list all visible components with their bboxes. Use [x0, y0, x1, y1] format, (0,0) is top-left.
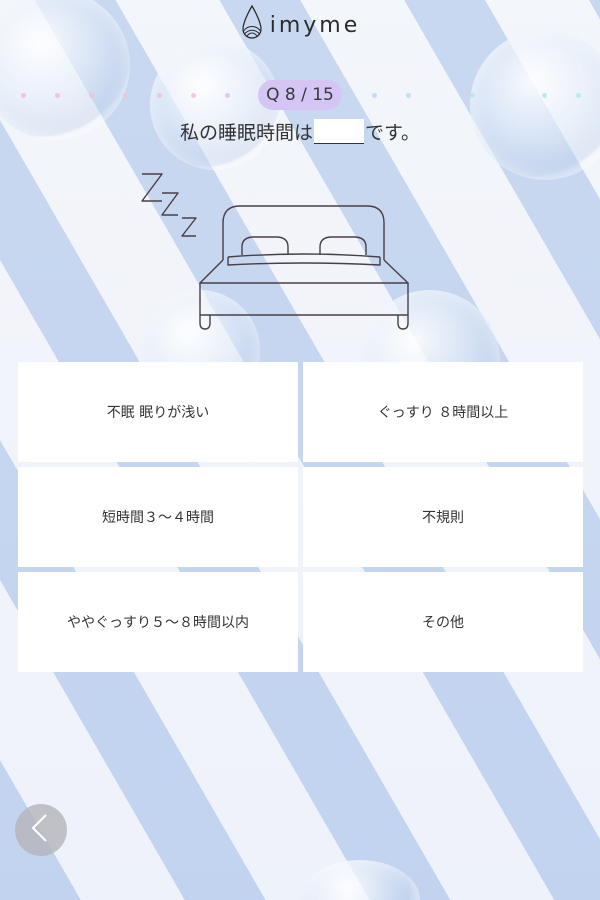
answer-options: 不眠 眠りが浅い ぐっすり ８時間以上 短時間３〜４時間 不規則 ややぐっすり５… — [18, 362, 583, 672]
progress-dot — [89, 93, 94, 98]
brand-name: imyme — [269, 12, 361, 38]
progress-dot — [542, 93, 547, 98]
chevron-left-icon — [28, 813, 54, 847]
back-button[interactable] — [15, 804, 67, 856]
question-progress: Q 8 / 15 — [0, 80, 600, 110]
question-text-after: です。 — [364, 122, 421, 144]
question-text: 私の睡眠時間は です。 — [0, 118, 600, 145]
progress-dot — [21, 93, 26, 98]
answer-blank — [313, 119, 364, 144]
brand-logo[interactable]: imyme — [240, 4, 361, 46]
progress-dot — [191, 93, 196, 98]
progress-dot — [123, 93, 128, 98]
sleeping-bed-icon — [130, 165, 430, 340]
question-counter-badge: Q 8 / 15 — [258, 80, 342, 110]
question-text-before: 私の睡眠時間は — [179, 122, 313, 144]
progress-dot — [576, 93, 581, 98]
progress-dot — [225, 93, 230, 98]
drop-logo-icon — [240, 4, 264, 46]
option-irregular[interactable]: 不規則 — [303, 467, 583, 567]
app-header: imyme — [0, 0, 600, 50]
progress-dot — [55, 93, 60, 98]
progress-dot — [372, 93, 377, 98]
option-sound-sleep-8h-plus[interactable]: ぐっすり ８時間以上 — [303, 362, 583, 462]
progress-dot — [157, 93, 162, 98]
option-other[interactable]: その他 — [303, 572, 583, 672]
progress-dot — [470, 93, 475, 98]
option-insomnia[interactable]: 不眠 眠りが浅い — [18, 362, 298, 462]
option-short-sleep-3-4h[interactable]: 短時間３〜４時間 — [18, 467, 298, 567]
progress-dot — [406, 93, 411, 98]
option-fairly-sound-5-8h[interactable]: ややぐっすり５〜８時間以内 — [18, 572, 298, 672]
